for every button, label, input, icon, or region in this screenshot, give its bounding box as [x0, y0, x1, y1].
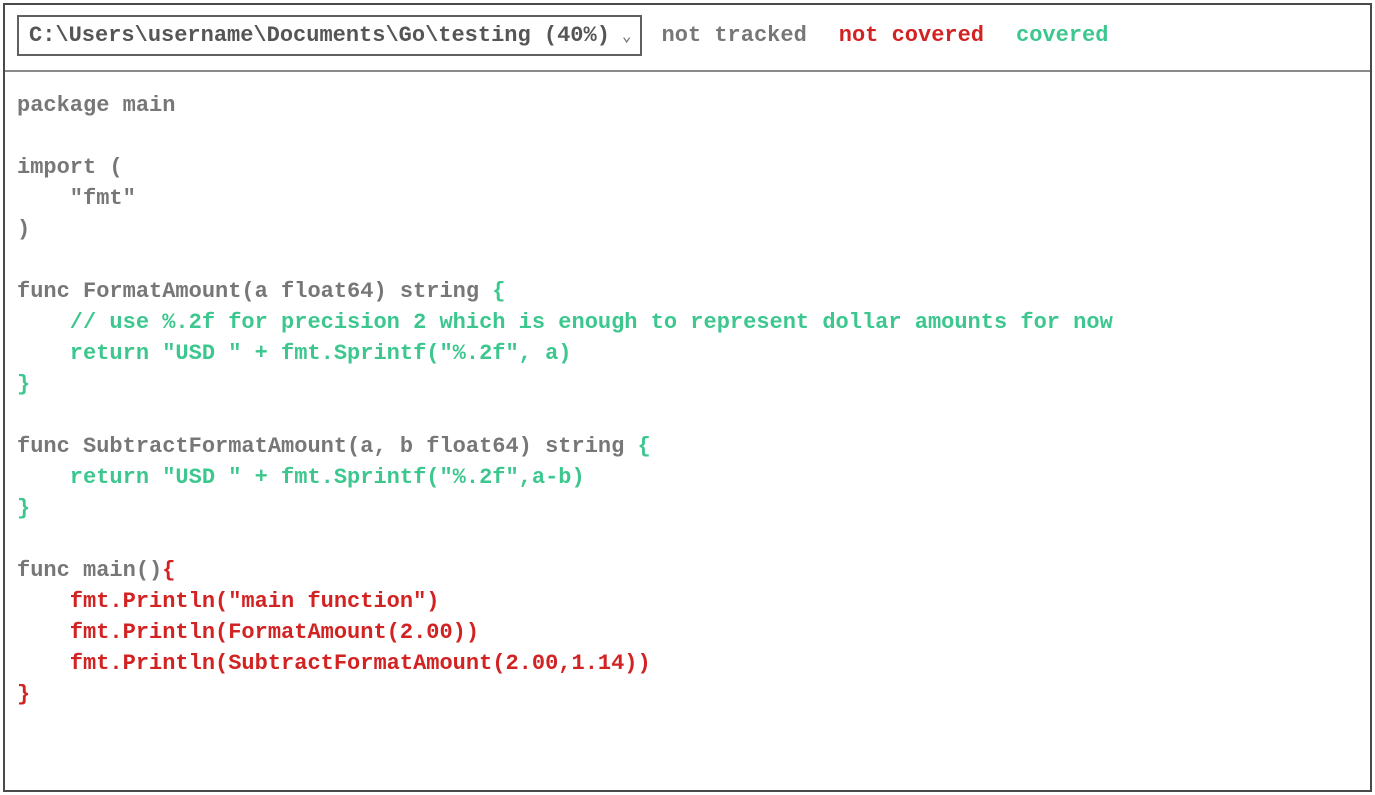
code-line: "fmt"	[17, 186, 136, 211]
coverage-legend: not tracked not covered covered	[662, 23, 1109, 48]
toolbar: C:\Users\username\Documents\Go\testing (…	[5, 5, 1370, 72]
chevron-down-icon: ⌄	[622, 26, 632, 46]
code-line: func SubtractFormatAmount(a, b float64) …	[17, 434, 638, 459]
code-line: fmt.Println("main function")	[17, 589, 439, 614]
code-brace: {	[492, 279, 505, 304]
source-code-area[interactable]: package main import ( "fmt" ) func Forma…	[5, 72, 1370, 790]
code-line: }	[17, 496, 30, 521]
code-line: fmt.Println(FormatAmount(2.00))	[17, 620, 479, 645]
code-brace: {	[638, 434, 651, 459]
code-line: }	[17, 682, 30, 707]
file-path-selector[interactable]: C:\Users\username\Documents\Go\testing (…	[17, 15, 642, 56]
code-line: return "USD " + fmt.Sprintf("%.2f", a)	[17, 341, 572, 366]
coverage-viewer-frame: C:\Users\username\Documents\Go\testing (…	[3, 3, 1372, 792]
legend-covered: covered	[1016, 23, 1108, 48]
code-line: package main	[17, 93, 175, 118]
code-line: }	[17, 372, 30, 397]
code-line: func main()	[17, 558, 162, 583]
code-line: fmt.Println(SubtractFormatAmount(2.00,1.…	[17, 651, 651, 676]
file-path-text: C:\Users\username\Documents\Go\testing (…	[29, 23, 610, 48]
code-line: // use %.2f for precision 2 which is eno…	[17, 310, 1113, 335]
code-line: func FormatAmount(a float64) string	[17, 279, 492, 304]
code-line: import (	[17, 155, 123, 180]
code-line: )	[17, 217, 30, 242]
code-brace: {	[162, 558, 175, 583]
code-line: return "USD " + fmt.Sprintf("%.2f",a-b)	[17, 465, 585, 490]
legend-not-covered: not covered	[839, 23, 984, 48]
legend-not-tracked: not tracked	[662, 23, 807, 48]
